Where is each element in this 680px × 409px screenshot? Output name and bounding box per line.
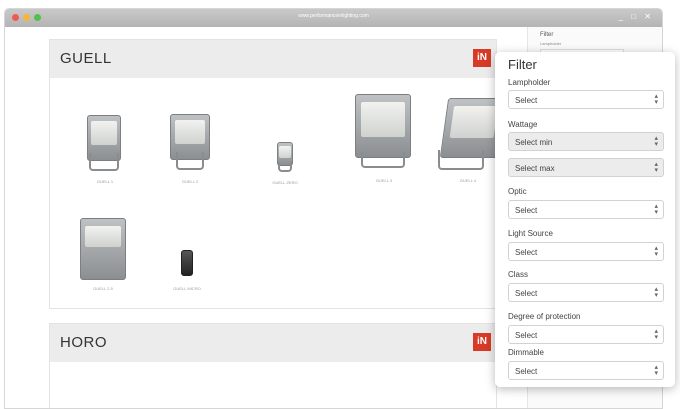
light-source-select[interactable]: Select ▴ ▾ <box>508 242 664 261</box>
sidebar-filter-title: Filter <box>540 32 554 38</box>
select-value: Select <box>515 367 538 376</box>
select-arrow-icon: ▴ ▾ <box>654 245 658 258</box>
select-value: Select <box>515 331 538 340</box>
select-arrow-icon: ▴ ▾ <box>654 93 658 106</box>
bracket-image <box>278 162 292 172</box>
product-guell-micro[interactable]: GUELL MICRO <box>173 250 201 291</box>
select-value: Select <box>515 248 538 257</box>
select-arrow-icon: ▴ ▾ <box>654 161 658 174</box>
section-header: HORO iN <box>50 324 496 362</box>
select-arrow-icon: ▴ ▾ <box>654 286 658 299</box>
filter-popup: Filter Lampholder Select ▴ ▾ Wattage Sele… <box>495 52 675 387</box>
bracket-image <box>361 152 405 168</box>
product-guell-3[interactable]: GUELL 3 <box>355 94 413 194</box>
select-value: Select min <box>515 138 553 147</box>
product-caption: GUELL 2.5 <box>93 286 113 291</box>
sidebar-first-label: Lampholder <box>540 41 562 46</box>
product-guell-4[interactable]: GUELL 4 <box>438 98 507 198</box>
label-lampholder: Lampholder <box>508 78 551 87</box>
bracket-image <box>89 153 119 171</box>
product-guell-2[interactable]: GUELL 2 <box>170 114 210 194</box>
product-caption: GUELL 4 <box>459 178 477 183</box>
product-guell-zero[interactable]: GUELL ZERO <box>272 142 298 192</box>
section-guell: GUELL iN GUELL 1 GUELL 2 GUELL ZERO GUEL… <box>49 39 507 309</box>
dimmable-select[interactable]: Select ▴ ▾ <box>508 361 664 380</box>
product-caption: GUELL ZERO <box>272 180 298 185</box>
product-caption: GUELL 3 <box>375 178 393 183</box>
product-caption: GUELL MICRO <box>173 286 201 291</box>
select-value: Select <box>515 96 538 105</box>
bracket-image <box>438 150 484 170</box>
section-header: GUELL iN <box>50 40 496 78</box>
degree-of-protection-select[interactable]: Select ▴ ▾ <box>508 325 664 344</box>
lamp-image <box>181 250 193 276</box>
brand-logo[interactable]: iN <box>473 49 491 67</box>
optic-select[interactable]: Select ▴ ▾ <box>508 200 664 219</box>
section-horo: HORO iN <box>49 323 497 408</box>
product-caption: GUELL 1 <box>96 179 114 184</box>
label-degree-of-protection: Degree of protection <box>508 312 581 321</box>
product-caption: GUELL 2 <box>181 179 199 184</box>
section-title: HORO <box>60 334 107 351</box>
select-value: Select max <box>515 164 555 173</box>
select-arrow-icon: ▴ ▾ <box>654 203 658 216</box>
select-arrow-icon: ▴ ▾ <box>654 135 658 148</box>
select-arrow-icon: ▴ ▾ <box>654 364 658 377</box>
label-dimmable: Dimmable <box>508 348 545 357</box>
bracket-image <box>176 152 204 170</box>
label-wattage: Wattage <box>508 120 538 129</box>
window-controls[interactable]: _ □ ✕ <box>619 12 654 21</box>
product-guell-2-5[interactable]: GUELL 2.5 <box>80 218 128 291</box>
lamp-image <box>355 94 411 158</box>
brand-logo[interactable]: iN <box>473 333 491 351</box>
title-bar: www.performanceinlighting.com _ □ ✕ <box>5 9 662 27</box>
label-optic: Optic <box>508 187 527 196</box>
wattage-min-select[interactable]: Select min ▴ ▾ <box>508 132 664 151</box>
product-guell-1[interactable]: GUELL 1 <box>85 115 125 195</box>
lamp-image <box>80 218 126 280</box>
url-text[interactable]: www.performanceinlighting.com <box>5 13 662 19</box>
section-title: GUELL <box>60 50 112 67</box>
select-value: Select <box>515 289 538 298</box>
label-light-source: Light Source <box>508 229 553 238</box>
lampholder-select[interactable]: Select ▴ ▾ <box>508 90 664 109</box>
filter-title: Filter <box>508 57 537 72</box>
select-arrow-icon: ▴ ▾ <box>654 328 658 341</box>
wattage-max-select[interactable]: Select max ▴ ▾ <box>508 158 664 177</box>
label-class: Class <box>508 270 529 279</box>
class-select[interactable]: Select ▴ ▾ <box>508 283 664 302</box>
select-value: Select <box>515 206 538 215</box>
